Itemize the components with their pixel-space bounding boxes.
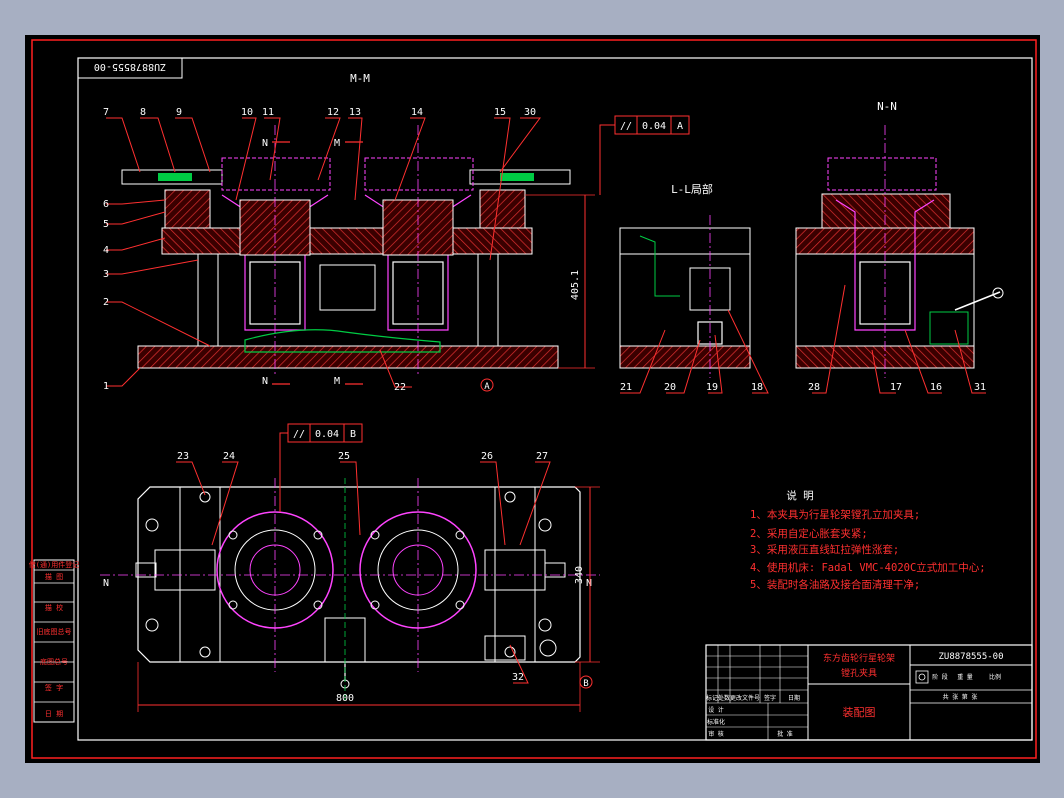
part-label: 12 <box>327 107 339 118</box>
strip-label: 日 期 <box>45 710 63 718</box>
part-label: 32 <box>512 672 524 683</box>
height-dimension-value: 405.1 <box>570 270 581 300</box>
part-label: 17 <box>890 382 902 393</box>
product-name-line1: 东方齿轮行星轮架 <box>823 652 895 664</box>
tol-a-value: 0.04 <box>642 121 666 132</box>
strip-label: 签 字 <box>45 683 63 692</box>
tb-sign-label: 审 核 <box>708 730 724 738</box>
section-m-title: M-M <box>350 72 370 85</box>
strip-label: 旧底图总号 <box>37 627 72 636</box>
part-label: 19 <box>706 382 718 393</box>
cad-drawing-canvas: ZU8878555-00 M-M N M N M // 0.04 A 405.1… <box>25 35 1040 763</box>
tb-row-label: 签字 <box>764 694 776 702</box>
right-clamp-block <box>479 189 526 229</box>
detail-base <box>619 345 751 369</box>
cut-m-bottom: M <box>334 376 340 387</box>
datum-a-label: A <box>484 382 490 392</box>
part-label: 9 <box>176 107 182 118</box>
tol-a-symbol: // <box>620 121 632 132</box>
datum-b-label: B <box>583 679 588 689</box>
tol-b-symbol: // <box>293 429 305 440</box>
tol-b-datum: B <box>350 429 356 440</box>
part-label: 20 <box>664 382 676 393</box>
title-block-drawing-number: ZU8878555-00 <box>938 652 1003 662</box>
side-clamp-block <box>821 193 951 229</box>
right-spring <box>500 173 534 181</box>
part-label: 25 <box>338 451 350 462</box>
note-item: 4、使用机床: Fadal VMC-4020C立式加工中心; <box>750 561 986 574</box>
part-label: 31 <box>974 382 986 393</box>
part-label: 28 <box>808 382 820 393</box>
cut-n-top-left: N <box>262 138 268 149</box>
note-item: 5、装配时各油路及接合面清理干净; <box>750 578 920 591</box>
strip-label: 底图总号 <box>40 657 68 666</box>
tb-row-label: 日期 <box>788 694 800 702</box>
rotated-drawing-number: ZU8878555-00 <box>94 61 166 72</box>
strip-label: 描 校 <box>45 603 63 612</box>
tol-b-value: 0.04 <box>315 429 339 440</box>
part-label: 27 <box>536 451 548 462</box>
part-label: 30 <box>524 107 536 118</box>
part-label: 11 <box>262 107 274 118</box>
part-label: 4 <box>103 245 109 256</box>
part-label: 23 <box>177 451 189 462</box>
plan-cut-n-right: N <box>586 578 592 589</box>
part-label: 22 <box>394 382 406 393</box>
part-label: 6 <box>103 199 109 210</box>
part-label: 1 <box>103 381 109 392</box>
middle-plate <box>161 227 533 255</box>
left-spring <box>158 173 192 181</box>
part-label: 18 <box>751 382 763 393</box>
tb-stage-label: 比例 <box>989 673 1001 681</box>
tb-sign-label: 标准化 <box>707 718 725 726</box>
plan-cut-n-left: N <box>103 578 109 589</box>
note-item: 3、采用液压直线缸拉弹性涨套; <box>750 543 899 556</box>
left-clamp-block <box>164 189 211 229</box>
base-plate <box>137 345 559 369</box>
cut-n-bottom: N <box>262 376 268 387</box>
drawing-name: 装配图 <box>843 706 876 719</box>
part-label: 7 <box>103 107 109 118</box>
note-item: 1、本夹具为行星轮架镗孔立加夹具; <box>750 508 920 521</box>
tb-row-label: 标记 <box>706 694 718 702</box>
part-label: 13 <box>349 107 361 118</box>
part-label: 16 <box>930 382 942 393</box>
notes-title: 说 明 <box>786 489 813 502</box>
part-label: 14 <box>411 107 423 118</box>
tol-a-datum: A <box>677 121 683 132</box>
part-label: 10 <box>241 107 253 118</box>
part-label: 8 <box>140 107 146 118</box>
detail-l-title: L-L局部 <box>671 182 713 196</box>
part-label: 5 <box>103 219 109 230</box>
tb-sign-label: 设 计 <box>708 706 724 714</box>
section-n-title: N-N <box>877 100 897 113</box>
tb-stage-label: 重 量 <box>957 673 973 681</box>
tb-sheet-label: 共 张 第 张 <box>943 693 978 701</box>
strip-label: 描 图 <box>45 572 63 581</box>
strip-label: 借(通)用件登记 <box>29 560 79 569</box>
part-label: 15 <box>494 107 506 118</box>
note-item: 2、采用自定心胀套夹紧; <box>750 527 868 540</box>
tb-sign-label: 批 准 <box>777 730 793 738</box>
part-label: 21 <box>620 382 632 393</box>
cut-m-top: M <box>334 138 340 149</box>
tb-row-label: 更改文件号 <box>730 694 760 702</box>
width-dimension-value: 340 <box>574 566 585 584</box>
tb-row-label: 处数 <box>718 694 730 702</box>
length-dimension-value: 800 <box>336 693 354 704</box>
part-label: 3 <box>103 269 109 280</box>
tb-stage-label: 阶 段 <box>932 673 948 681</box>
product-name-line2: 镗孔夹具 <box>841 667 877 679</box>
part-label: 24 <box>223 451 235 462</box>
part-label: 26 <box>481 451 493 462</box>
part-label: 2 <box>103 297 109 308</box>
